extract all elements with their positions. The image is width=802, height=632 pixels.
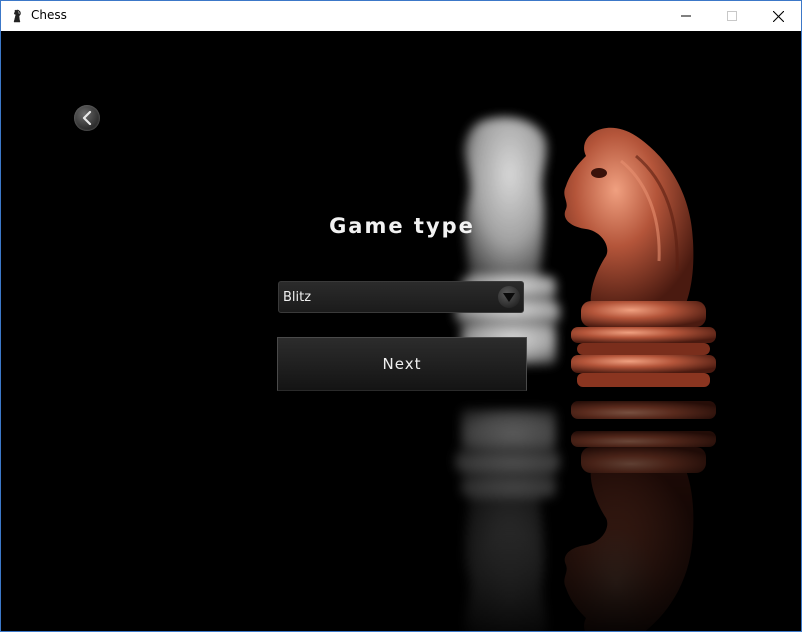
back-button[interactable] [74, 105, 100, 131]
knights-reflection [455, 401, 716, 631]
window-title: Chess [31, 8, 67, 22]
copper-knight [564, 127, 716, 387]
game-type-select[interactable]: Blitz [278, 281, 524, 313]
chevron-down-icon [503, 292, 515, 302]
app-window: Chess Game type Blitz Next [0, 0, 802, 632]
chess-app-icon [13, 9, 21, 23]
silver-knight [455, 117, 560, 365]
maximize-button[interactable] [709, 1, 755, 31]
dropdown-arrow[interactable] [498, 286, 520, 308]
next-button[interactable]: Next [277, 337, 527, 391]
maximize-icon [727, 11, 737, 21]
chevron-left-icon [82, 111, 92, 125]
close-icon [772, 10, 784, 22]
game-type-screen: Game type Blitz Next [1, 31, 801, 631]
minimize-button[interactable] [663, 1, 709, 31]
close-button[interactable] [755, 1, 801, 31]
page-title: Game type [329, 214, 475, 238]
game-type-selected-value: Blitz [283, 290, 312, 305]
title-bar: Chess [1, 1, 801, 31]
minimize-icon [681, 15, 691, 17]
